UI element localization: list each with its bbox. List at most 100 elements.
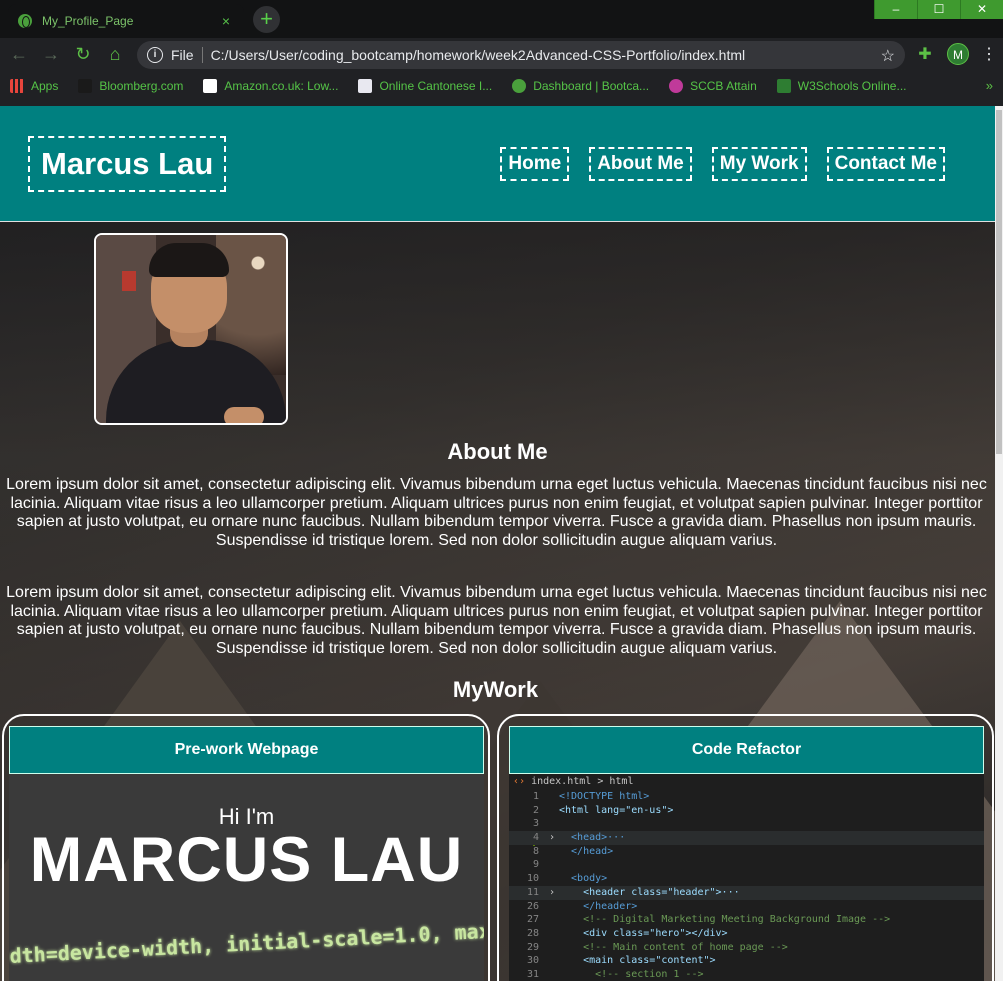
bookmarks-overflow-icon[interactable]: » (986, 78, 993, 93)
editor-breadcrumb: ‹› index.html > html (509, 774, 984, 790)
amazon-icon (203, 79, 218, 93)
line-code: <!-- section 1 --> (559, 968, 704, 980)
card-preview-image[interactable]: Hi I'm MARCUS LAU dth=device-width, init… (9, 774, 484, 981)
line-number: 2 (532, 804, 539, 816)
code-line: 3 (509, 817, 984, 831)
extensions-puzzle-icon[interactable]: ✚ (914, 44, 936, 66)
tab-active[interactable]: My_Profile_Page × (8, 4, 244, 38)
site-info-icon[interactable]: i (147, 47, 163, 63)
line-code: <html lang="en-us"> (559, 804, 674, 816)
code-line: 30 <main class="content"> (509, 954, 984, 968)
bookmark-star-icon[interactable]: ☆ (881, 46, 895, 66)
fold-chevron-icon[interactable]: › (549, 886, 559, 900)
browser-toolbar: ← → ↻ ⌂ i File C:/Users/User/coding_boot… (0, 38, 1003, 71)
code-line: 1 <!DOCTYPE html> (509, 790, 984, 804)
card-title[interactable]: Pre-work Webpage (9, 726, 484, 774)
preview-name: MARCUS LAU (29, 825, 464, 895)
profile-avatar[interactable]: M (947, 43, 969, 65)
bookmark-sccb[interactable]: SCCB Attain (669, 79, 757, 93)
bookmark-cantonese[interactable]: Online Cantonese I... (358, 79, 492, 93)
html-file-icon: ‹› (513, 776, 526, 787)
new-tab-button[interactable]: + (253, 6, 280, 33)
site-logo[interactable]: Marcus Lau (28, 136, 227, 192)
code-line: 9 (509, 858, 984, 872)
url-separator (201, 47, 203, 63)
window-controls: – ☐ ✕ (874, 0, 1003, 19)
maximize-button[interactable]: ☐ (917, 0, 960, 19)
work-card-refactor[interactable]: Code Refactor ‹› index.html > html 1 <!D… (497, 714, 994, 981)
code-line: 8 </head> (509, 845, 984, 859)
work-card-prework[interactable]: Pre-work Webpage Hi I'm MARCUS LAU dth=d… (2, 714, 490, 981)
url-scheme-label: File (171, 47, 194, 63)
fold-chevron-icon[interactable]: › (549, 831, 559, 845)
code-line: 26 </header> (509, 900, 984, 914)
site-nav: Home About Me My Work Contact Me (500, 147, 945, 181)
code-line: 27 <!-- Digital Marketing Meeting Backgr… (509, 913, 984, 927)
nav-about-me[interactable]: About Me (589, 147, 692, 181)
line-code: <head>··· (559, 832, 626, 844)
line-code: <header class="header">··· (559, 886, 740, 898)
about-paragraph-2: Lorem ipsum dolor sit amet, consectetur … (6, 584, 987, 657)
bookmark-dashboard[interactable]: Dashboard | Bootca... (512, 79, 649, 93)
line-number: 29 (526, 941, 539, 953)
address-bar[interactable]: i File C:/Users/User/coding_bootcamp/hom… (137, 41, 905, 69)
tab-title: My_Profile_Page (42, 14, 134, 28)
code-line: 10 <body> (509, 872, 984, 886)
line-number: 10 (526, 873, 539, 885)
web-page: Marcus Lau Home About Me My Work Contact… (0, 106, 995, 981)
site-header: Marcus Lau Home About Me My Work Contact… (0, 106, 995, 222)
back-arrow-icon[interactable]: ← (8, 44, 30, 66)
close-icon[interactable]: × (216, 13, 236, 29)
line-number: 9 (532, 859, 539, 871)
bloomberg-icon (78, 79, 93, 93)
bookmark-apps[interactable]: Apps (10, 79, 58, 93)
line-number: 11 (526, 886, 539, 898)
about-title: About Me (447, 439, 548, 464)
sccb-icon (669, 79, 684, 93)
line-number: 3 (532, 818, 539, 830)
bookmark-bloomberg[interactable]: Bloomberg.com (78, 79, 183, 93)
menu-kebab-icon[interactable]: ⋮ (978, 44, 1000, 66)
tab-strip: My_Profile_Page × + – ☐ ✕ (0, 0, 1003, 38)
line-code: <!DOCTYPE html> (559, 791, 650, 802)
line-code: </head> (559, 845, 614, 857)
minimize-button[interactable]: – (874, 0, 917, 19)
url-text[interactable]: C:/Users/User/coding_bootcamp/homework/w… (211, 47, 746, 63)
line-code: </header> (559, 900, 638, 912)
line-number: 30 (526, 955, 539, 967)
page-scrollbar[interactable] (995, 106, 1003, 981)
line-number: 28 (526, 927, 539, 939)
browser-chrome: My_Profile_Page × + – ☐ ✕ ← → ↻ ⌂ i File… (0, 0, 1003, 106)
code-line: 4 › <head>··· (509, 831, 984, 845)
line-number: 1 (532, 791, 539, 802)
line-number: 27 (526, 914, 539, 926)
apps-grid-icon (10, 79, 24, 93)
nav-home[interactable]: Home (500, 147, 570, 181)
card-preview-image[interactable]: ‹› index.html > html 1 <!DOCTYPE html> 2 … (509, 774, 984, 981)
home-icon[interactable]: ⌂ (104, 44, 126, 66)
line-code: <!-- Digital Marketing Meeting Backgroun… (559, 914, 891, 926)
bookmark-w3schools[interactable]: W3Schools Online... (776, 79, 906, 93)
bookmark-amazon[interactable]: Amazon.co.uk: Low... (203, 79, 338, 93)
line-code: <main class="content"> (559, 955, 716, 967)
nav-contact-me[interactable]: Contact Me (826, 147, 945, 181)
line-number: 26 (526, 900, 539, 912)
code-line: 31 <!-- section 1 --> (509, 968, 984, 981)
reload-icon[interactable]: ↻ (72, 44, 94, 66)
forward-arrow-icon[interactable]: → (40, 44, 62, 66)
nav-my-work[interactable]: My Work (711, 147, 807, 181)
preview-code: dth=device-width, initial-scale=1.0, max… (9, 909, 484, 968)
card-title[interactable]: Code Refactor (509, 726, 984, 774)
line-number: 31 (526, 968, 539, 980)
scrollbar-thumb[interactable] (996, 110, 1002, 454)
code-line: 2 <html lang="en-us"> (509, 804, 984, 818)
globe-icon (18, 14, 32, 28)
window-close-button[interactable]: ✕ (960, 0, 1003, 19)
